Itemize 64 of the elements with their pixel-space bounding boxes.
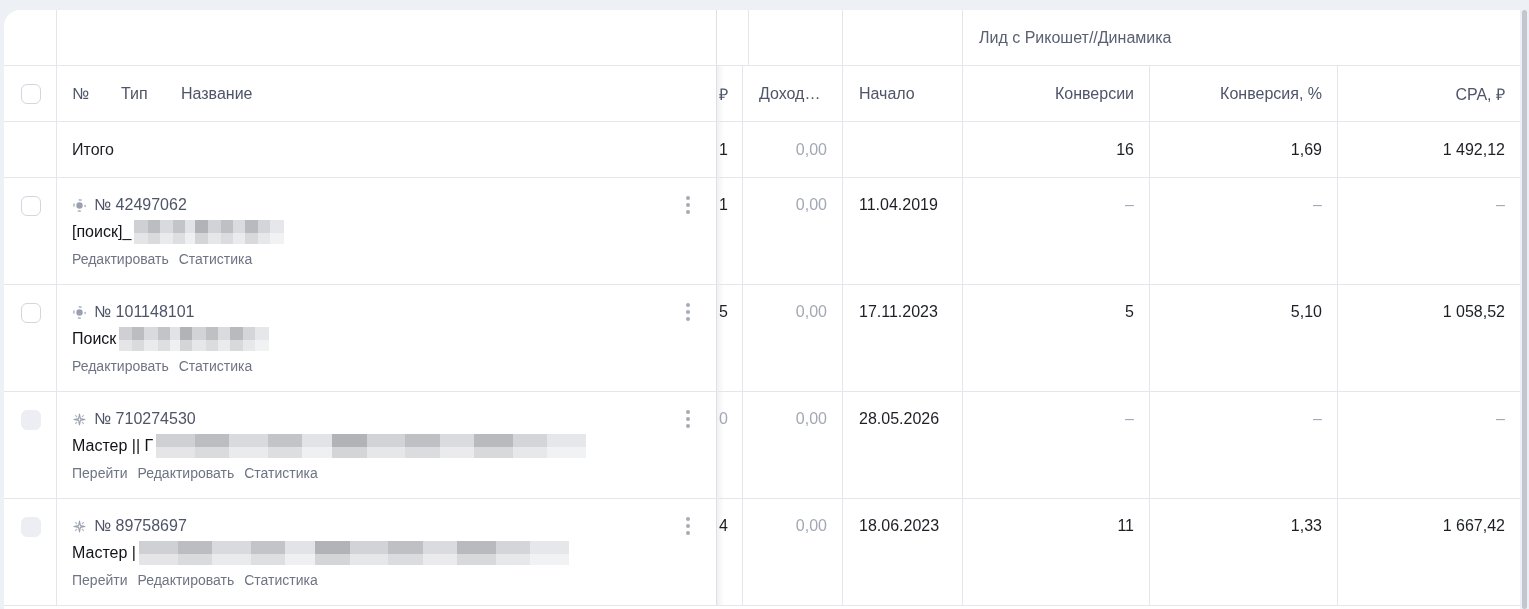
total-label: Итого (72, 140, 114, 159)
checkbox[interactable] (21, 303, 41, 323)
sparkle-icon (73, 412, 86, 426)
action-link[interactable]: Статистика (178, 356, 253, 376)
table-cell: 0,00 (743, 392, 843, 498)
table-cell: 28.05.2026 (843, 392, 963, 498)
table-cell: 11.04.2019 (843, 178, 963, 284)
column-group-header: Лид с Рикошет//Динамика (978, 27, 1173, 48)
sparkle-icon (73, 519, 86, 533)
table-cell: 4 (717, 499, 743, 605)
more-icon (686, 303, 690, 321)
column-header: Начало (843, 66, 963, 121)
table-cell: – (1150, 392, 1338, 498)
table-cell: 0 (717, 392, 743, 498)
action-link[interactable]: Редактировать (72, 356, 169, 376)
column-header: Конверсии (963, 66, 1150, 121)
table-cell-text: – (1495, 195, 1506, 215)
table-cell: 18.06.2023 (843, 499, 963, 605)
table-cell: 0,00 (743, 285, 843, 391)
table-cell: 1,33 (1150, 499, 1338, 605)
campaign-number: № 42497062 (94, 195, 187, 215)
column-header: CPA, ₽ (1454, 84, 1506, 105)
action-link[interactable]: Редактировать (72, 249, 169, 269)
table-cell-text: 1 492,12 (1441, 139, 1506, 160)
campaign-name: Мастер || Г (72, 436, 154, 456)
more-icon (686, 410, 690, 428)
table-cell-text: – (1495, 409, 1506, 429)
campaign-number: № 89758697 (94, 516, 187, 536)
table-cell: 5,10 (1150, 285, 1338, 391)
table-cell: 0,00 (743, 499, 843, 605)
table-cell: 17.11.2023 (843, 285, 963, 391)
table-cell: – (963, 392, 1150, 498)
column-header: Тип (121, 84, 148, 102)
checkbox[interactable] (21, 83, 41, 104)
campaign-name: Поиск (72, 329, 117, 349)
more-icon (686, 517, 690, 535)
column-header: № (72, 84, 90, 102)
table-cell-text: 1 667,42 (1441, 516, 1506, 536)
table-cell: 1,69 (1150, 122, 1338, 177)
target-icon (73, 198, 86, 212)
target-icon (73, 305, 86, 319)
table-cell: 0,00 (743, 178, 843, 284)
campaign-name: Мастер | (72, 543, 136, 563)
table-cell: – (1150, 178, 1338, 284)
table-cell: 11 (963, 499, 1150, 605)
column-header: Конверсия, % (1150, 66, 1338, 121)
checkbox[interactable] (21, 196, 41, 216)
table-cell-text: 1 058,52 (1441, 302, 1506, 322)
column-header: Доход… (743, 66, 843, 121)
scrollbar[interactable] (1522, 10, 1527, 609)
column-header: Название (181, 84, 253, 102)
campaign-name: [поиск]_ (72, 222, 132, 242)
action-link[interactable]: Статистика (178, 249, 253, 269)
table-cell: 0,00 (743, 122, 843, 177)
table-cell: 5 (963, 285, 1150, 391)
table-cell: – (963, 178, 1150, 284)
campaign-number: № 101148101 (94, 302, 195, 322)
campaign-number: № 710274530 (94, 409, 196, 429)
more-icon (686, 196, 690, 214)
table-cell: 1 (717, 122, 743, 177)
table-cell: 16 (963, 122, 1150, 177)
table-cell: 5 (717, 285, 743, 391)
table-cell: 1 (717, 178, 743, 284)
column-header: ₽ (717, 66, 743, 121)
